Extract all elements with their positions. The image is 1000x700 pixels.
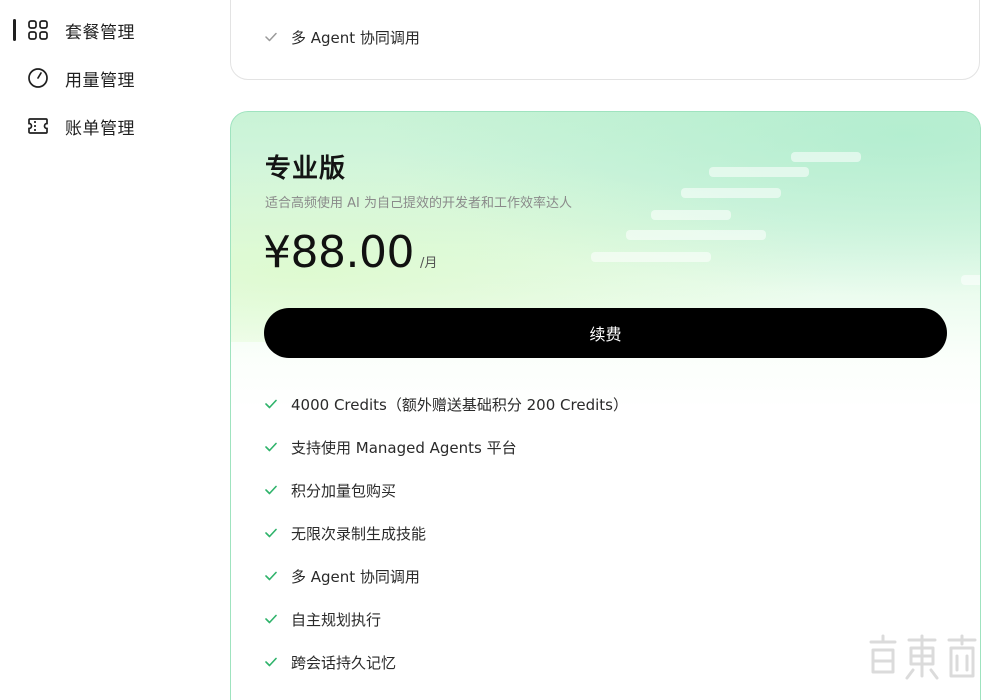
feature-item: 支持使用 Managed Agents 平台 <box>264 436 628 458</box>
feature-item: 自主规划执行 <box>264 608 628 630</box>
feature-text: 自主规划执行 <box>291 610 382 629</box>
active-indicator <box>13 19 16 41</box>
decorative-streak <box>591 252 711 262</box>
feature-item: 积分加量包购买 <box>264 479 628 501</box>
price-row: ¥88.00 /月 <box>263 225 437 281</box>
decorative-streak <box>626 230 766 240</box>
feature-item: 4000 Credits（额外赠送基础积分 200 Credits） <box>264 393 628 415</box>
price: ¥88.00 <box>263 227 414 278</box>
check-icon <box>264 440 278 454</box>
decorative-streak <box>709 167 809 177</box>
feature-list: 4000 Credits（额外赠送基础积分 200 Credits） 支持使用 … <box>264 393 628 694</box>
sidebar-item-label: 用量管理 <box>65 70 135 91</box>
feature-item: 无限次录制生成技能 <box>264 522 628 544</box>
check-icon <box>264 397 278 411</box>
check-icon <box>264 569 278 583</box>
decorative-streak <box>791 152 861 162</box>
price-period: /月 <box>419 256 438 271</box>
feature-text: 多 Agent 协同调用 <box>291 28 420 47</box>
gauge-icon <box>26 66 50 90</box>
sidebar: 套餐管理 用量管理 账单管理 <box>0 0 220 700</box>
page: 套餐管理 用量管理 账单管理 多 Agent 协同调用 专业版 适合高频使用 A… <box>0 0 1000 700</box>
grid-icon <box>26 18 50 42</box>
feature-item: 多 Agent 协同调用 <box>264 26 420 48</box>
feature-text: 无限次录制生成技能 <box>291 524 427 543</box>
feature-text: 支持使用 Managed Agents 平台 <box>291 438 517 457</box>
check-icon <box>264 30 278 44</box>
feature-item: 多 Agent 协同调用 <box>264 565 628 587</box>
decorative-streak <box>681 188 781 198</box>
sidebar-item-billing-management[interactable]: 账单管理 <box>26 111 135 141</box>
decorative-streak <box>961 275 980 285</box>
plan-card-pro: 专业版 适合高频使用 AI 为自己提效的开发者和工作效率达人 ¥88.00 /月… <box>230 111 981 700</box>
plan-title: 专业版 <box>265 154 347 184</box>
sidebar-item-plan-management[interactable]: 套餐管理 <box>26 15 135 45</box>
plan-subtitle: 适合高频使用 AI 为自己提效的开发者和工作效率达人 <box>265 196 572 211</box>
sidebar-item-usage-management[interactable]: 用量管理 <box>26 63 135 93</box>
renew-button[interactable]: 续费 <box>264 308 947 358</box>
plan-card-previous: 多 Agent 协同调用 <box>230 0 980 80</box>
watermark-logo-icon <box>869 634 977 680</box>
check-icon <box>264 483 278 497</box>
feature-text: 多 Agent 协同调用 <box>291 567 420 586</box>
check-icon <box>264 612 278 626</box>
sidebar-item-label: 套餐管理 <box>65 22 135 43</box>
feature-text: 积分加量包购买 <box>291 481 397 500</box>
feature-text: 4000 Credits（额外赠送基础积分 200 Credits） <box>291 395 628 414</box>
decorative-streak <box>651 210 731 220</box>
feature-item: 跨会话持久记忆 <box>264 651 628 673</box>
feature-text: 跨会话持久记忆 <box>291 653 397 672</box>
check-icon <box>264 655 278 669</box>
check-icon <box>264 526 278 540</box>
sidebar-item-label: 账单管理 <box>65 118 135 139</box>
ticket-icon <box>26 114 50 138</box>
